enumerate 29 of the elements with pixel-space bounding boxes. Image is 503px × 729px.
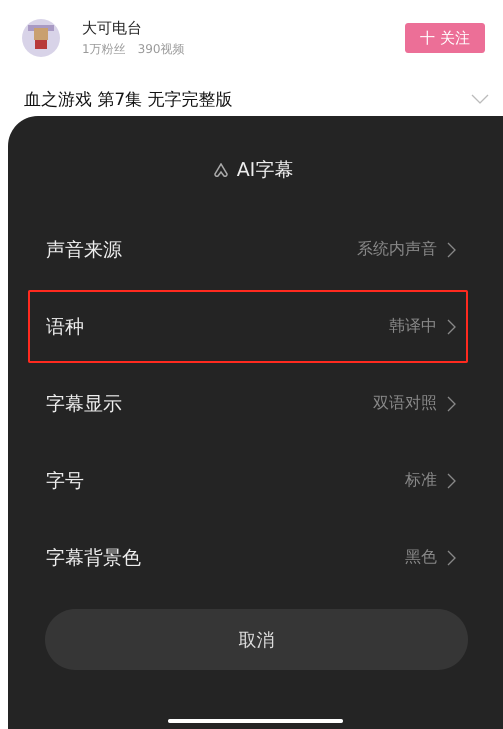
chevron-right-icon <box>447 472 456 488</box>
cancel-button[interactable]: 取消 <box>45 609 468 670</box>
settings-row[interactable]: 字幕背景色 黑色 <box>28 521 468 594</box>
setting-label: 字号 <box>46 468 85 494</box>
setting-label: 字幕背景色 <box>46 546 142 570</box>
setting-value: 标准 <box>405 470 437 491</box>
setting-label: 字幕显示 <box>46 392 123 416</box>
settings-row[interactable]: 语种 韩译中 <box>28 290 468 363</box>
chevron-down-icon[interactable] <box>471 94 489 104</box>
video-title: 血之游戏 第7集 无字完整版 <box>24 88 233 110</box>
sheet-title: AI字幕 <box>236 158 294 183</box>
settings-row[interactable]: 字号 标准 <box>28 444 468 517</box>
setting-value: 双语对照 <box>373 393 437 414</box>
avatar <box>22 19 60 57</box>
logo-icon <box>212 163 229 177</box>
chevron-right-icon <box>447 318 456 334</box>
setting-value: 系统内声音 <box>357 239 437 260</box>
follower-count: 1万粉丝 <box>82 40 126 58</box>
setting-value: 黑色 <box>405 547 437 568</box>
setting-value: 韩译中 <box>389 316 437 337</box>
chevron-right-icon <box>447 242 456 258</box>
chevron-right-icon <box>447 396 456 412</box>
settings-row[interactable]: 声音来源 系统内声音 <box>28 213 468 286</box>
setting-label: 声音来源 <box>46 238 123 262</box>
settings-row[interactable]: 字幕显示 双语对照 <box>28 367 468 440</box>
chevron-right-icon <box>447 550 456 566</box>
setting-label: 语种 <box>46 314 85 340</box>
channel-name: 大可电台 <box>82 18 143 38</box>
video-count: 390视频 <box>138 40 185 58</box>
